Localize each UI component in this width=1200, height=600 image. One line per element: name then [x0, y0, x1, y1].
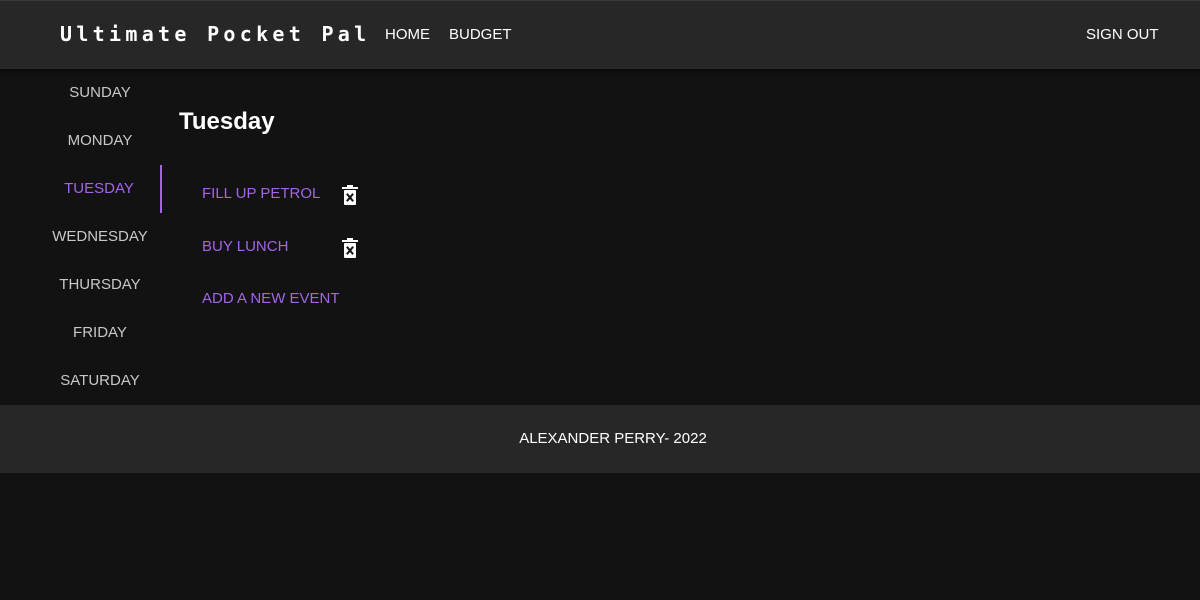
trash-icon: [342, 185, 358, 205]
delete-event-button[interactable]: [341, 185, 359, 205]
sidebar-item-friday[interactable]: FRIDAY: [38, 309, 162, 357]
sidebar-item-saturday[interactable]: SATURDAY: [38, 357, 162, 405]
sidebar-item-thursday[interactable]: THURSDAY: [38, 261, 162, 309]
top-navbar: Ultimate Pocket Pal HOME BUDGET SIGN OUT: [0, 0, 1200, 69]
sidebar-item-sunday[interactable]: SUNDAY: [38, 69, 162, 117]
delete-event-button[interactable]: [341, 238, 359, 258]
nav-home-link[interactable]: HOME: [385, 26, 430, 44]
page-title: Tuesday: [179, 108, 275, 135]
event-item-link[interactable]: BUY LUNCH: [202, 238, 288, 256]
nav-budget-link[interactable]: BUDGET: [449, 26, 512, 44]
add-event-link[interactable]: ADD A NEW EVENT: [202, 290, 340, 308]
event-item-link[interactable]: FILL UP PETROL: [202, 185, 320, 203]
page-footer: ALEXANDER PERRY- 2022: [0, 405, 1200, 473]
sidebar-item-monday[interactable]: MONDAY: [38, 117, 162, 165]
sidebar-item-wednesday[interactable]: WEDNESDAY: [38, 213, 162, 261]
sidebar-item-tuesday[interactable]: TUESDAY: [38, 165, 162, 213]
footer-copyright: ALEXANDER PERRY- 2022: [519, 430, 707, 447]
trash-icon: [342, 238, 358, 258]
day-sidebar: SUNDAY MONDAY TUESDAY WEDNESDAY THURSDAY…: [38, 69, 162, 405]
app-brand[interactable]: Ultimate Pocket Pal: [60, 21, 370, 47]
sign-out-link[interactable]: SIGN OUT: [1086, 26, 1159, 44]
